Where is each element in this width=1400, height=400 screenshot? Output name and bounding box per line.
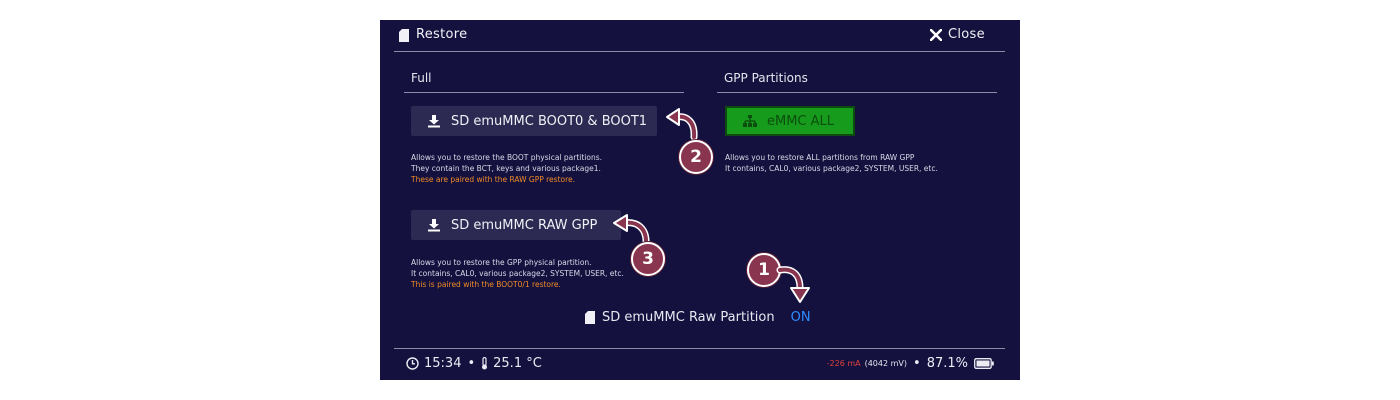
raw-partition-toggle[interactable]: SD emuMMC Raw Partition ON — [585, 310, 811, 325]
footer-divider — [394, 348, 1005, 349]
annotation-badge-3: 3 — [631, 242, 665, 276]
close-label: Close — [948, 27, 985, 42]
emmc-desc-line-2: It contains, CAL0, various package2, SYS… — [725, 164, 938, 173]
raw-gpp-desc-line-2: It contains, CAL0, various package2, SYS… — [411, 269, 624, 278]
boot-desc-line-1: Allows you to restore the BOOT physical … — [411, 153, 603, 162]
clock-icon — [406, 357, 419, 370]
close-button[interactable]: Close — [930, 27, 985, 42]
battery-current: -226 mA — [826, 359, 861, 368]
sd-emummc-raw-gpp-button[interactable]: SD emuMMC RAW GPP — [411, 210, 621, 240]
clock-time: 15:34 — [424, 356, 462, 371]
full-divider — [404, 92, 684, 93]
section-title-full: Full — [411, 71, 432, 85]
raw-partition-value: ON — [790, 310, 811, 325]
status-right: -226 mA (4042 mV) • 87.1% — [827, 356, 994, 371]
sd-card-icon — [585, 311, 595, 324]
download-icon — [428, 115, 440, 128]
sitemap-icon — [743, 115, 757, 127]
gpp-divider — [717, 92, 997, 93]
boot-desc-warning: These are paired with the RAW GPP restor… — [411, 175, 576, 184]
close-icon — [930, 28, 942, 41]
emmc-all-label: eMMC ALL — [767, 113, 835, 129]
boot-description: Allows you to restore the BOOT physical … — [411, 152, 701, 185]
thermometer-icon — [482, 357, 488, 370]
boot-desc-line-2: They contain the BCT, keys and various p… — [411, 164, 601, 173]
annotation-badge-2: 2 — [679, 140, 713, 174]
boot-button-label: SD emuMMC BOOT0 & BOOT1 — [451, 113, 648, 129]
emmc-desc-line-1: Allows you to restore ALL partitions fro… — [725, 153, 915, 162]
sd-emummc-boot-button[interactable]: SD emuMMC BOOT0 & BOOT1 — [411, 106, 657, 136]
download-icon — [428, 219, 440, 232]
separator-dot: • — [467, 356, 476, 371]
page-title: Restore — [416, 27, 468, 42]
restore-screen: Restore Close Full SD emuMMC BOOT0 & BOO… — [380, 20, 1020, 380]
sd-card-icon — [399, 29, 409, 42]
header-divider — [394, 51, 1005, 52]
raw-gpp-button-label: SD emuMMC RAW GPP — [451, 217, 598, 233]
raw-partition-label: SD emuMMC Raw Partition — [602, 310, 775, 325]
temperature: 25.1 °C — [493, 356, 542, 371]
raw-gpp-desc-warning: This is paired with the BOOT0/1 restore. — [411, 280, 561, 289]
emmc-all-button[interactable]: eMMC ALL — [725, 106, 855, 136]
status-left: 15:34 • 25.1 °C — [406, 356, 542, 371]
emmc-all-description: Allows you to restore ALL partitions fro… — [725, 152, 1015, 174]
battery-percent: 87.1% — [926, 356, 968, 371]
arrow-to-boot-button — [666, 108, 698, 140]
section-title-gpp-partitions: GPP Partitions — [724, 71, 808, 85]
separator-dot: • — [913, 356, 921, 371]
battery-icon — [974, 358, 994, 369]
arrow-to-raw-partition-toggle — [776, 266, 810, 303]
battery-voltage: (4042 mV) — [864, 359, 908, 368]
